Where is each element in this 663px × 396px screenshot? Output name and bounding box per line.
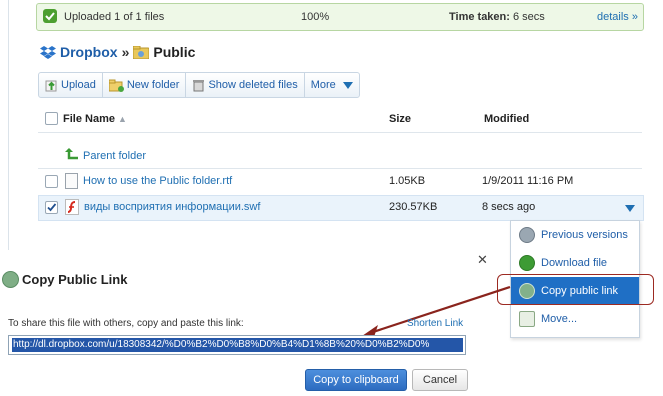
public-link-url: http://dl.dropbox.com/u/18308342/%D0%B2%… — [12, 338, 463, 352]
copy-to-clipboard-button[interactable]: Copy to clipboard — [305, 369, 407, 391]
shorten-link[interactable]: Shorten Link — [407, 318, 463, 329]
dialog-title: Copy Public Link — [22, 272, 128, 287]
dialog-instruction: To share this file with others, copy and… — [8, 318, 244, 329]
close-icon[interactable]: ✕ — [477, 252, 488, 268]
dropbox-link-icon — [2, 271, 19, 288]
cancel-button[interactable]: Cancel — [412, 369, 468, 391]
public-link-field[interactable]: http://dl.dropbox.com/u/18308342/%D0%B2%… — [8, 335, 466, 355]
